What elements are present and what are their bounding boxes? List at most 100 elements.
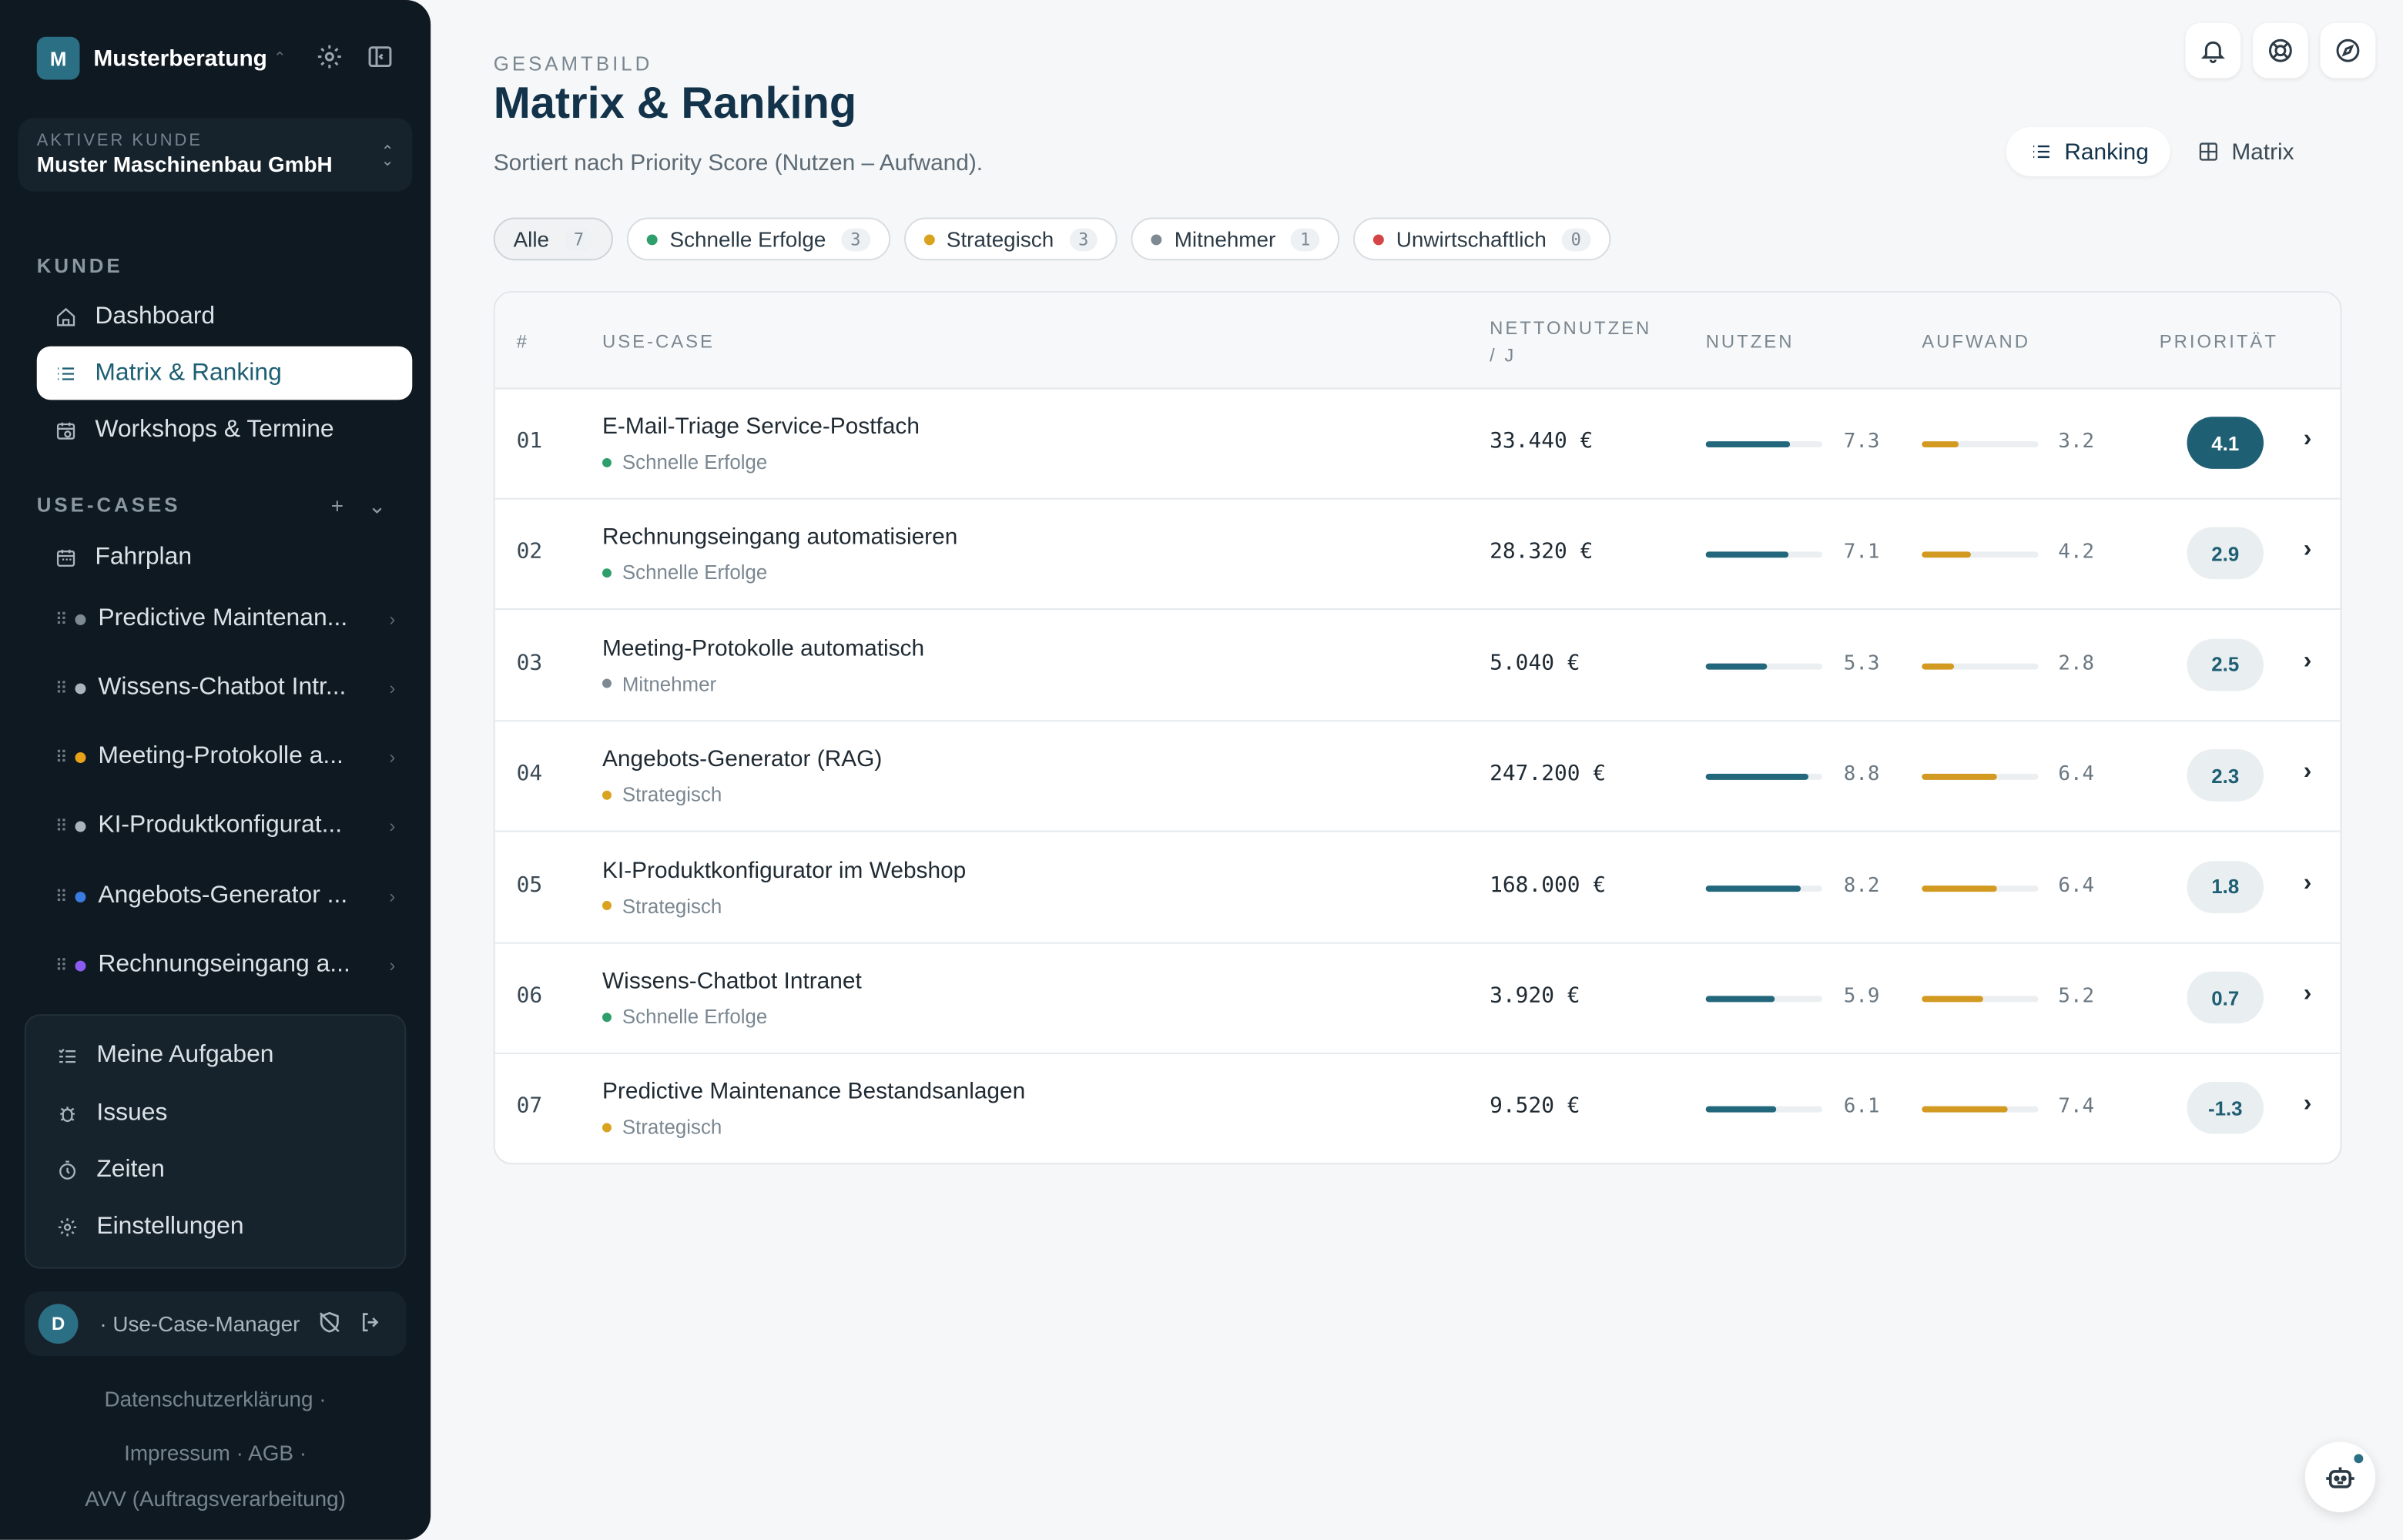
nutzen-value: 8.8 xyxy=(1843,763,1880,787)
nettonutzen-value: 168.000 € xyxy=(1490,872,1607,898)
drag-handle-icon[interactable]: ⠿ xyxy=(55,886,71,906)
impressum-link[interactable]: Impressum xyxy=(124,1440,230,1465)
nav-item-matrix-ranking[interactable]: Matrix & Ranking xyxy=(36,346,413,400)
aufwand-bar xyxy=(1922,441,2039,448)
drag-handle-icon[interactable]: ⠿ xyxy=(55,609,71,629)
table-row[interactable]: 02 Rechnungseingang automatisieren Schne… xyxy=(494,500,2341,611)
explore-button[interactable] xyxy=(2320,22,2376,79)
column-header-nutzen[interactable]: NUTZEN xyxy=(1706,328,1795,356)
calendar-clock-icon xyxy=(55,419,77,440)
chip-label: Strategisch xyxy=(946,226,1054,252)
usecase-name[interactable]: Meeting-Protokolle automatisch xyxy=(602,635,924,661)
drag-handle-icon[interactable]: ⠿ xyxy=(55,956,71,976)
usecase-name[interactable]: Rechnungseingang automatisieren xyxy=(602,524,957,551)
datenschutz-link[interactable]: Datenschutzerklärung xyxy=(105,1387,313,1411)
table-row[interactable]: 06 Wissens-Chatbot Intranet Schnelle Erf… xyxy=(494,944,2341,1055)
chip-label: Unwirtschaftlich xyxy=(1396,226,1547,252)
column-header-nettonutzen[interactable]: NETTONUTZEN / J xyxy=(1490,314,1666,370)
drag-handle-icon[interactable]: ⠿ xyxy=(55,678,71,698)
table-row[interactable]: 01 E-Mail-Triage Service-Postfach Schnel… xyxy=(494,389,2341,500)
compass-icon xyxy=(2336,38,2360,62)
nav-item-fahrplan[interactable]: Fahrplan xyxy=(37,530,413,584)
tab-ranking[interactable]: Ranking xyxy=(2006,127,2170,176)
category-label: Schnelle Erfolge xyxy=(622,450,768,474)
chevron-right-icon[interactable]: › xyxy=(2304,758,2312,786)
filter-chip-schnelle-erfolge[interactable]: Schnelle Erfolge 3 xyxy=(626,217,890,261)
avv-link[interactable]: AVV (Auftragsverarbeitung) xyxy=(85,1486,346,1511)
notifications-button[interactable] xyxy=(2185,22,2241,79)
usecase-name[interactable]: Angebots-Generator (RAG) xyxy=(602,746,882,772)
column-header-usecase[interactable]: USE-CASE xyxy=(602,328,715,356)
footer-links: AVV (Auftragsverarbeitung) xyxy=(0,1486,431,1511)
filter-chip-unwirtschaftlich[interactable]: Unwirtschaftlich 0 xyxy=(1353,217,1610,261)
nav-item-dashboard[interactable]: Dashboard xyxy=(37,290,413,343)
sidebar-usecase-item[interactable]: ⠿ Wissens-Chatbot Intr... › xyxy=(55,665,396,711)
agb-link[interactable]: AGB xyxy=(248,1440,293,1465)
sidebar-usecase-item[interactable]: ⠿ Rechnungseingang a... › xyxy=(55,942,396,989)
sidebar-usecase-item[interactable]: ⠿ Angebots-Generator ... › xyxy=(55,873,396,919)
nav-item-issues[interactable]: Issues xyxy=(57,1100,167,1128)
nav-item-workshops[interactable]: Workshops & Termine xyxy=(37,403,413,457)
workspace-switcher[interactable]: M Musterberatung ⌃ xyxy=(36,36,287,80)
rank-number: 04 xyxy=(516,762,543,787)
aufwand-bar-fill xyxy=(1922,996,1982,1003)
column-header-aufwand[interactable]: AUFWAND xyxy=(1922,328,2030,356)
sidebar-usecase-item[interactable]: ⠿ Meeting-Protokolle a... › xyxy=(55,734,396,780)
active-client-selector[interactable]: AKTIVER KUNDE Muster Maschinenbau GmbH ⌃… xyxy=(18,118,413,192)
usecase-name[interactable]: KI-Produktkonfigurator im Webshop xyxy=(602,858,966,884)
sidebar-usecase-item[interactable]: ⠿ Predictive Maintenan... › xyxy=(55,596,396,642)
aufwand-bar-fill xyxy=(1922,1106,2009,1113)
table-row[interactable]: 03 Meeting-Protokolle automatisch Mitneh… xyxy=(494,611,2341,721)
category-color-dot xyxy=(602,1123,612,1133)
usecase-name[interactable]: E-Mail-Triage Service-Postfach xyxy=(602,413,920,440)
chevron-right-icon[interactable]: › xyxy=(2304,1092,2312,1120)
assistant-bot-button[interactable] xyxy=(2304,1441,2376,1512)
usecase-name[interactable]: Wissens-Chatbot Intranet xyxy=(602,969,862,995)
nutzen-bar-fill xyxy=(1705,441,1791,448)
aufwand-bar-fill xyxy=(1922,552,1971,559)
chip-color-dot xyxy=(1151,233,1162,245)
help-button[interactable] xyxy=(2253,22,2308,79)
user-bar: D · Use-Case-Manager xyxy=(24,1291,407,1357)
aufwand-value: 3.2 xyxy=(2058,430,2095,454)
sidebar-usecase-item[interactable]: ⠿ KI-Produktkonfigurat... › xyxy=(55,803,396,849)
logout-icon[interactable] xyxy=(359,1310,387,1337)
chip-count: 3 xyxy=(841,227,870,251)
avatar[interactable]: D xyxy=(38,1304,79,1344)
chevron-right-icon[interactable]: › xyxy=(2304,426,2312,454)
bell-icon xyxy=(2200,41,2225,64)
usecase-label: Meeting-Protokolle a... xyxy=(98,743,344,769)
nav-item-meine-aufgaben[interactable]: Meine Aufgaben xyxy=(57,1042,273,1070)
footer-links: Datenschutzerklärung · xyxy=(104,1386,327,1411)
nutzen-value: 8.2 xyxy=(1843,874,1880,898)
chevron-right-icon[interactable]: › xyxy=(2304,648,2312,675)
page-kicker: GESAMTBILD xyxy=(493,52,653,75)
chevron-right-icon: › xyxy=(389,886,396,907)
drag-handle-icon[interactable]: ⠿ xyxy=(55,816,71,836)
nav-item-einstellungen[interactable]: Einstellungen xyxy=(57,1214,244,1241)
table-row[interactable]: 04 Angebots-Generator (RAG) Strategisch … xyxy=(494,722,2341,832)
shield-off-icon[interactable] xyxy=(317,1310,345,1337)
table-row[interactable]: 07 Predictive Maintenance Bestandsanlage… xyxy=(495,1055,2341,1163)
tab-matrix[interactable]: Matrix xyxy=(2173,127,2316,176)
nav-item-zeiten[interactable]: Zeiten xyxy=(57,1157,165,1184)
chevron-right-icon[interactable]: › xyxy=(2304,869,2312,897)
chevron-right-icon[interactable]: › xyxy=(2304,537,2312,564)
aufwand-bar xyxy=(1922,885,2039,892)
filter-chip-strategisch[interactable]: Strategisch 3 xyxy=(903,217,1118,261)
user-role: · Use-Case-Manager xyxy=(99,1311,300,1337)
add-usecase-button[interactable]: + xyxy=(331,494,344,518)
filter-chip-alle[interactable]: Alle 7 xyxy=(493,217,613,261)
collapse-usecases-button[interactable]: ⌄ xyxy=(368,494,386,518)
column-header-prioritaet[interactable]: PRIORITÄT xyxy=(2160,328,2278,356)
usecase-label: Rechnungseingang a... xyxy=(98,951,350,978)
chevron-right-icon[interactable]: › xyxy=(2304,981,2312,1009)
collapse-sidebar-button[interactable] xyxy=(367,43,397,74)
filter-chip-mitnehmer[interactable]: Mitnehmer 1 xyxy=(1131,217,1340,261)
settings-gear-button[interactable] xyxy=(316,43,347,74)
table-row[interactable]: 05 KI-Produktkonfigurator im Webshop Str… xyxy=(494,833,2341,943)
chip-count: 7 xyxy=(564,227,594,251)
usecase-name[interactable]: Predictive Maintenance Bestandsanlagen xyxy=(602,1080,1025,1106)
drag-handle-icon[interactable]: ⠿ xyxy=(55,747,71,767)
list-icon xyxy=(2031,141,2053,162)
